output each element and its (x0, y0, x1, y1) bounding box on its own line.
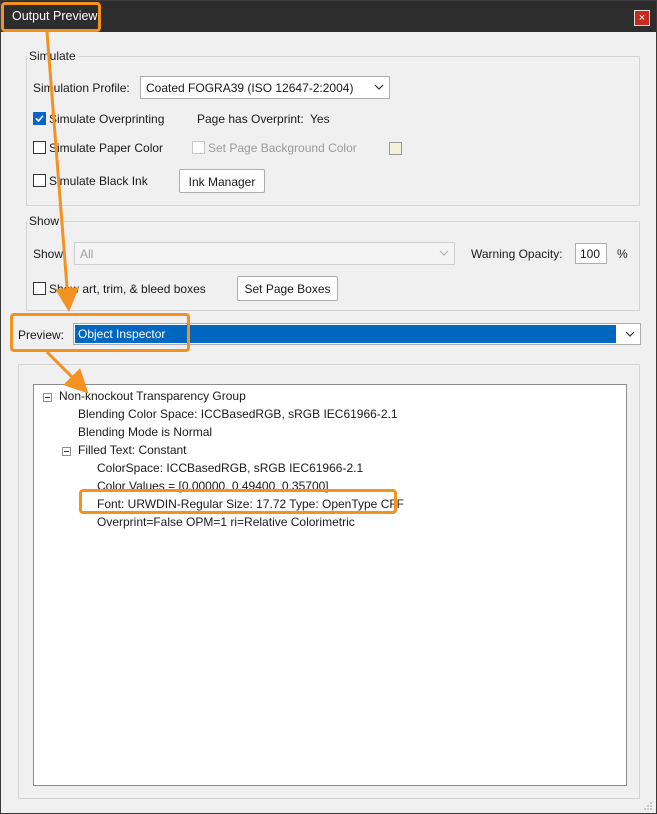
annotation-arrows (45, 31, 89, 394)
arrow-title-to-preview (45, 31, 80, 312)
arrow-preview-to-font (45, 350, 89, 394)
